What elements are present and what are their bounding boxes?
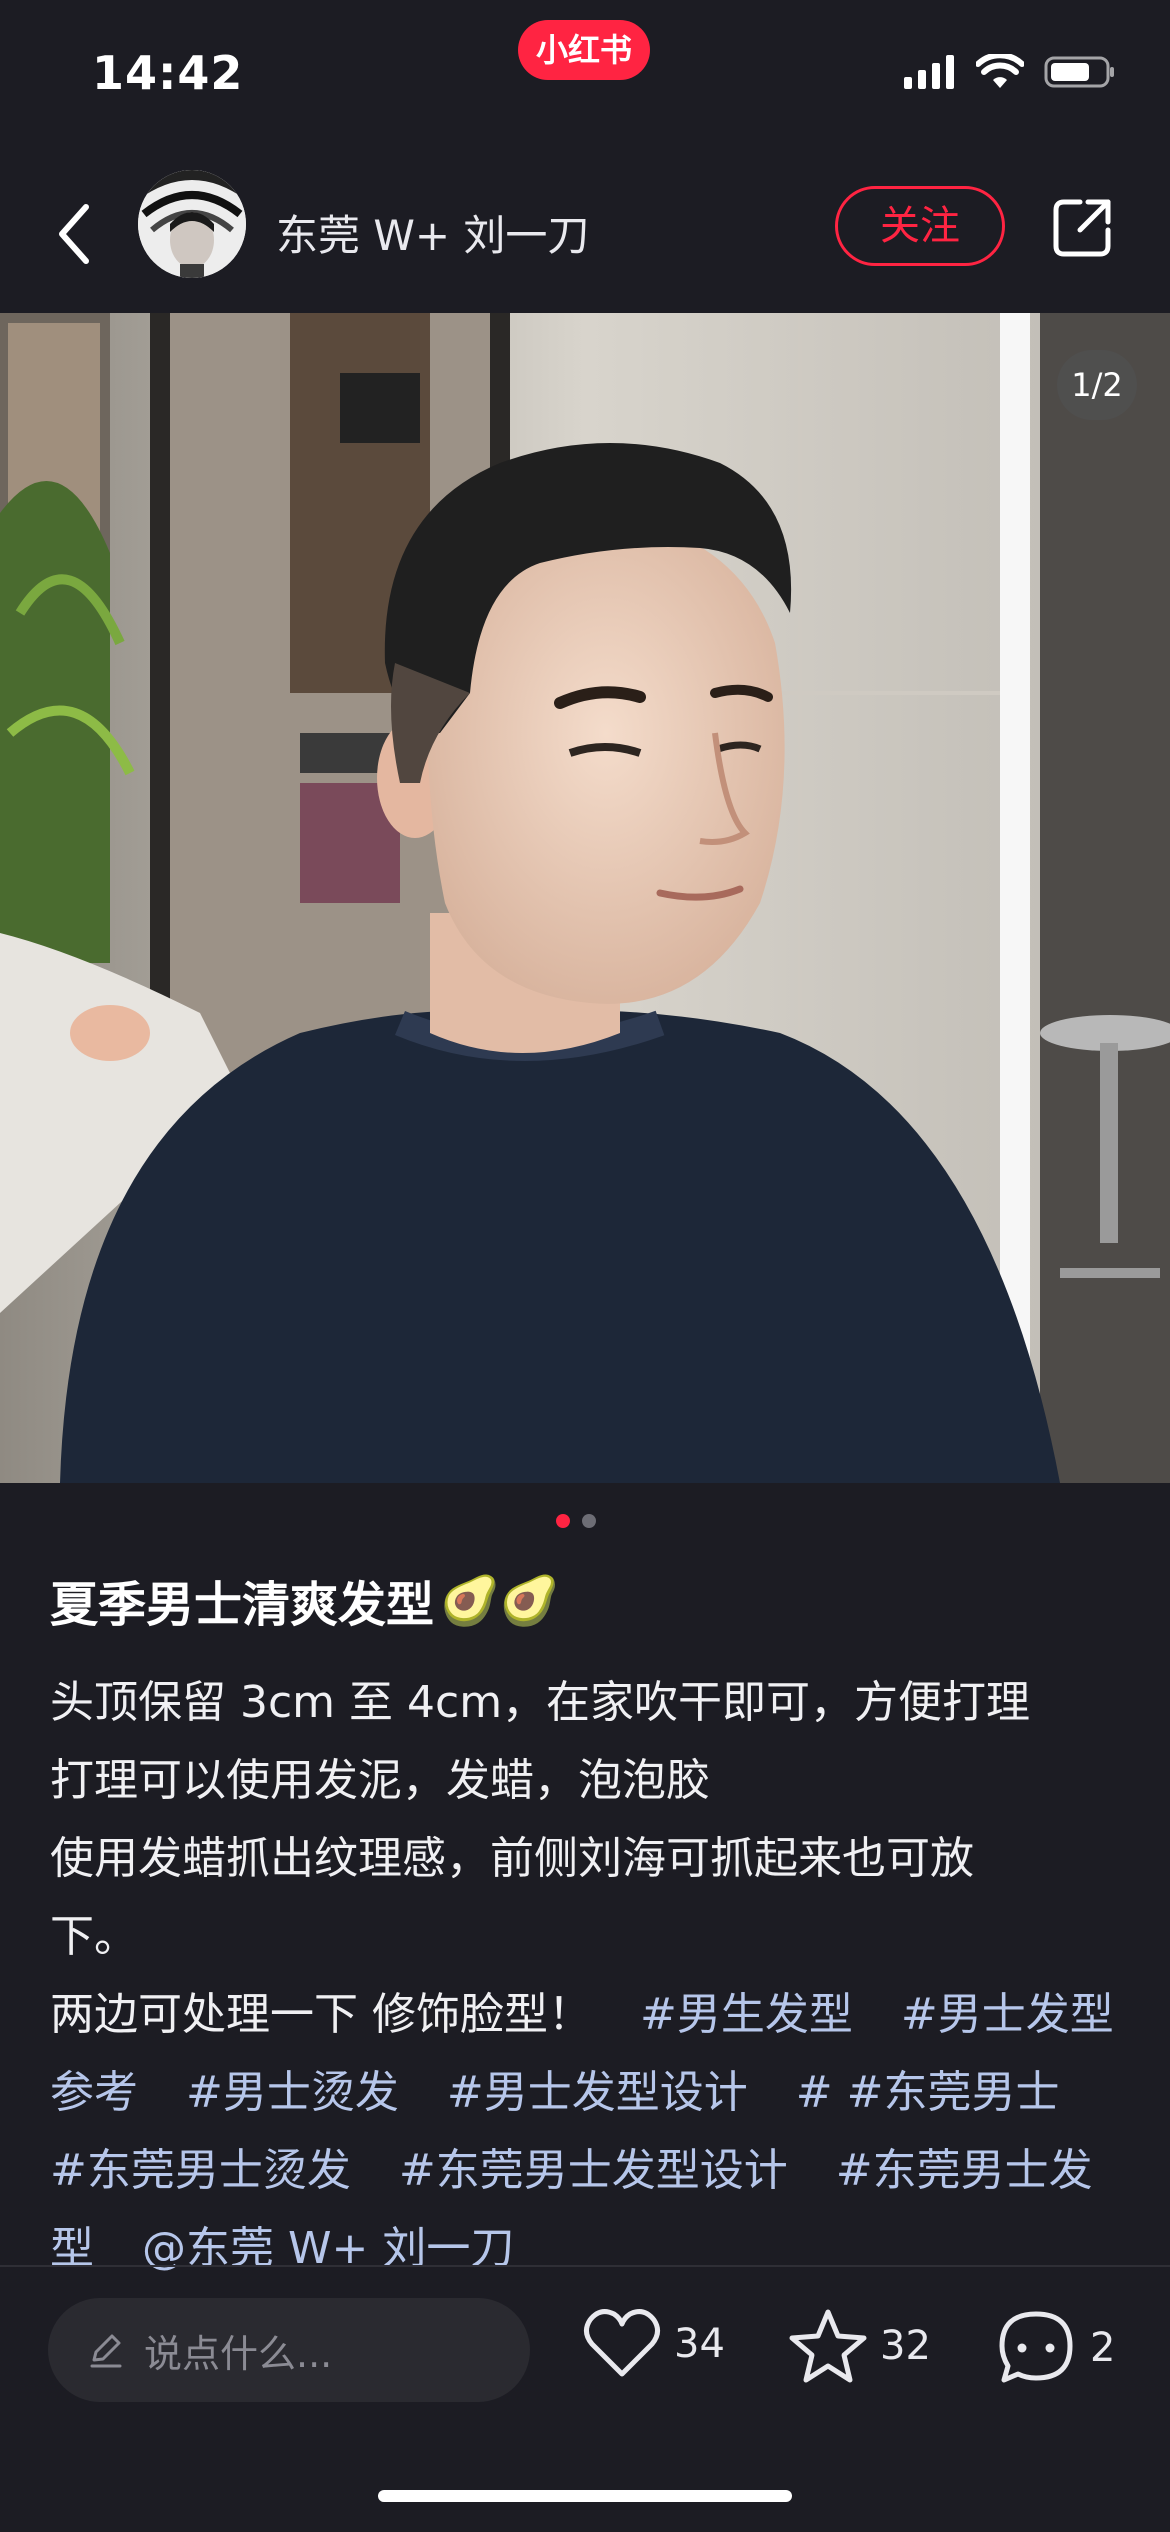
comment-placeholder: 说点什么... — [144, 2331, 333, 2376]
battery-icon — [1044, 56, 1114, 88]
like-count: 34 — [674, 2321, 725, 2367]
carousel-dots — [556, 1514, 596, 1528]
hashtag[interactable]: #东莞男士发型设计 — [399, 2145, 788, 2196]
bottom-divider — [0, 2265, 1170, 2267]
app-badge[interactable]: 小红书 — [518, 20, 650, 80]
carousel-dot-active — [556, 1514, 570, 1528]
author-name[interactable]: 东莞 W+ 刘一刀 — [276, 202, 589, 263]
back-arrow-icon[interactable] — [50, 199, 100, 269]
carousel-dot — [582, 1514, 596, 1528]
image-counter: 1/2 — [1057, 350, 1137, 420]
signal-icon — [904, 55, 954, 89]
pencil-icon — [90, 2334, 122, 2368]
description-line: 打理可以使用发泥，发蜡，泡泡胶 — [50, 1755, 710, 1806]
status-icons — [904, 54, 1116, 90]
share-icon[interactable] — [1050, 196, 1114, 260]
hashtag[interactable]: #男士烫发 — [186, 2067, 399, 2118]
haircut-photo-illustration — [0, 313, 1170, 1483]
post-title: 夏季男士清爽发型 🥑🥑 — [50, 1565, 560, 1635]
status-bar: 14:42 小红书 — [0, 0, 1170, 150]
comment-count: 2 — [1090, 2325, 1116, 2371]
post-title-emoji: 🥑🥑 — [440, 1572, 560, 1629]
description-line: 下。 — [50, 1911, 138, 1962]
hashtag[interactable]: #男生发型 — [640, 1989, 853, 2040]
description-line: 两边可处理一下 修饰脸型！ — [50, 1989, 592, 2040]
collect-count: 32 — [880, 2323, 931, 2369]
status-time: 14:42 — [92, 46, 244, 100]
comment-bubble-icon — [999, 2311, 1073, 2383]
like-button[interactable]: 34 — [582, 2308, 725, 2380]
hashtag[interactable]: #男士发型设计 — [447, 2067, 748, 2118]
author-avatar[interactable] — [138, 170, 246, 278]
post-title-text: 夏季男士清爽发型 — [50, 1577, 435, 1633]
hashtag[interactable]: # #东莞男士 — [796, 2067, 1060, 2118]
comment-button[interactable]: 2 — [996, 2308, 1115, 2388]
hashtag[interactable]: #东莞男士烫发 — [50, 2145, 351, 2196]
home-indicator[interactable] — [378, 2490, 792, 2502]
collect-button[interactable]: 32 — [788, 2308, 931, 2384]
heart-icon — [584, 2309, 660, 2377]
avatar-image — [138, 170, 246, 278]
star-icon — [789, 2309, 867, 2383]
post-photo[interactable] — [0, 313, 1170, 1483]
description-line: 头顶保留 3cm 至 4cm，在家吹干即可，方便打理 — [50, 1677, 1031, 1728]
description-line: 使用发蜡抓出纹理感，前侧刘海可抓起来也可放 — [50, 1833, 974, 1884]
wifi-icon — [976, 54, 1024, 88]
comment-input[interactable]: 说点什么... — [48, 2298, 530, 2402]
follow-button[interactable]: 关注 — [835, 186, 1005, 266]
post-description: 头顶保留 3cm 至 4cm，在家吹干即可，方便打理 打理可以使用发泥，发蜡，泡… — [50, 1664, 1130, 2288]
